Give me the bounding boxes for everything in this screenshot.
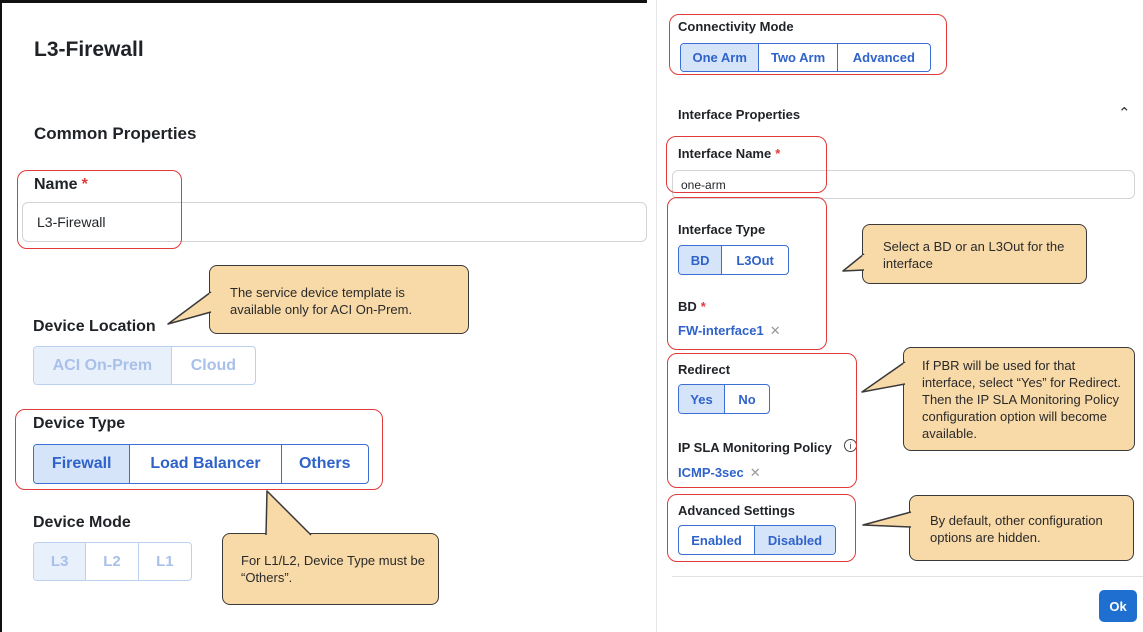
advanced-settings-highlight [667, 494, 856, 562]
footer-divider [672, 576, 1143, 577]
device-location-selector[interactable]: ACI On-Prem Cloud [33, 346, 256, 385]
device-location-label: Device Location [33, 318, 156, 335]
callout-interface-type: Select a BD or an L3Out for the interfac… [862, 224, 1087, 284]
common-properties-heading: Common Properties [34, 124, 197, 143]
option-l3[interactable]: L3 [34, 543, 87, 580]
redirect-highlight [667, 353, 857, 488]
chevron-up-icon[interactable]: ⌃ [1118, 104, 1131, 122]
callout-device-location: The service device template is available… [209, 265, 469, 334]
page-title: L3-Firewall [34, 38, 144, 61]
callout-redirect: If PBR will be used for that interface, … [903, 347, 1135, 451]
callout-device-type: For L1/L2, Device Type must be “Others”. [222, 533, 439, 605]
device-type-highlight [15, 409, 383, 490]
device-mode-label: Device Mode [33, 514, 131, 531]
option-l2[interactable]: L2 [86, 543, 139, 580]
name-highlight [17, 170, 182, 249]
option-aci-on-prem[interactable]: ACI On-Prem [34, 347, 172, 384]
ok-button[interactable]: Ok [1099, 590, 1137, 622]
device-mode-selector[interactable]: L3 L2 L1 [33, 542, 192, 581]
interface-properties-heading: Interface Properties [678, 107, 801, 122]
callout-advanced-settings: By default, other configuration options … [909, 495, 1134, 561]
interface-type-highlight [667, 197, 827, 350]
connectivity-highlight [669, 14, 947, 75]
option-l1[interactable]: L1 [139, 543, 191, 580]
interface-name-highlight [666, 136, 827, 193]
option-cloud[interactable]: Cloud [172, 347, 255, 384]
